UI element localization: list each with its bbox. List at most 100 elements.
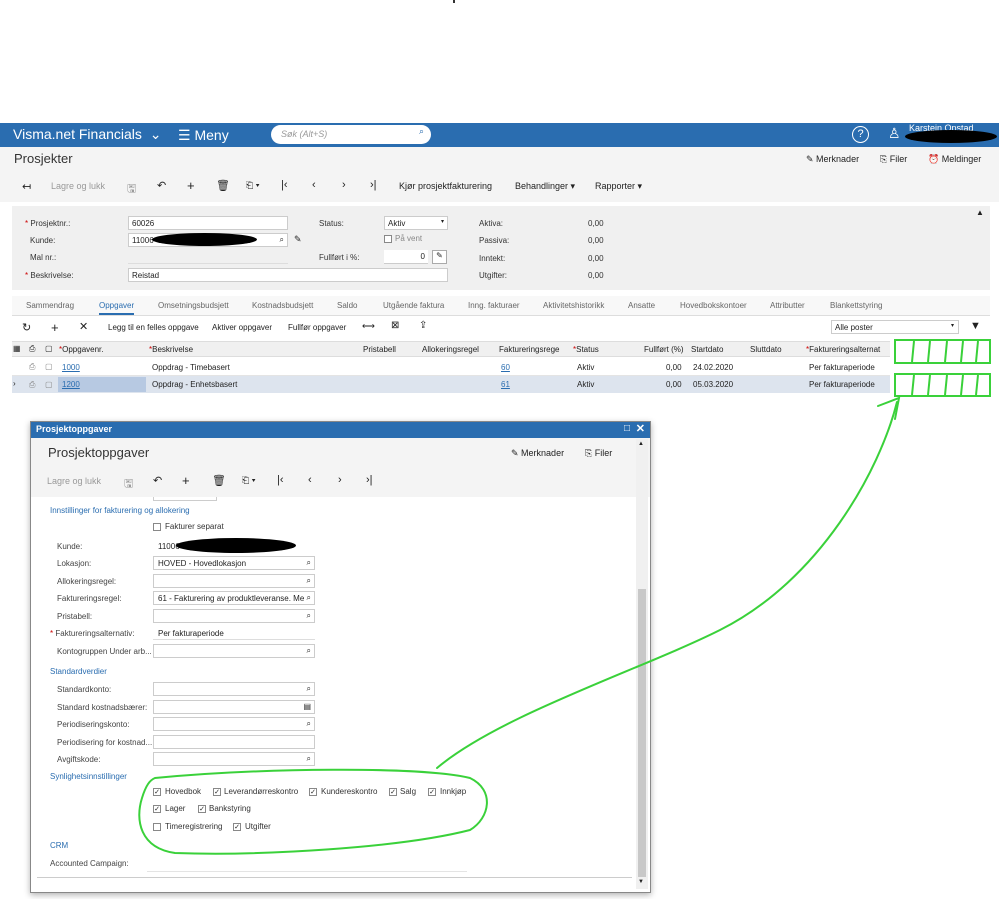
accrual-cost-input[interactable] — [153, 735, 315, 749]
first-record-icon[interactable]: |‹ — [281, 179, 288, 191]
user-icon[interactable]: ♙ — [888, 125, 901, 142]
checkbox-accounts-receivable[interactable]: ✓ — [309, 788, 317, 796]
search-icon[interactable]: ⌕ — [307, 558, 311, 568]
add-icon[interactable]: + — [187, 178, 195, 193]
delete-icon[interactable]: 🗑 — [216, 179, 230, 192]
remove-row-icon[interactable]: ✕ — [79, 320, 88, 333]
scrollbar[interactable]: ▲ ▼ — [636, 439, 648, 889]
messages-button[interactable]: ⏰ Meldinger — [928, 154, 981, 165]
delete-icon[interactable]: 🗑 — [212, 474, 226, 487]
save-close-button[interactable]: Lagre og lukk — [51, 181, 105, 191]
previous-record-icon[interactable]: ‹ — [312, 179, 316, 191]
col-status[interactable]: *Status — [573, 345, 599, 354]
col-end-date[interactable]: Sluttdato — [750, 345, 782, 354]
edit-icon[interactable]: ✎ — [294, 234, 302, 245]
last-record-icon[interactable]: ›| — [370, 179, 377, 191]
add-icon[interactable]: + — [182, 473, 190, 488]
filter-icon[interactable]: ▼ — [970, 320, 981, 332]
billing-rule-link[interactable]: 60 — [501, 363, 510, 372]
account-group-input[interactable]: ⌕ — [153, 644, 315, 658]
checkbox-cash-management[interactable]: ✓ — [198, 805, 206, 813]
save-close-button[interactable]: Lagre og lukk — [47, 476, 101, 486]
app-switcher[interactable]: Visma.net Financials ⌄ — [13, 126, 161, 143]
description-field[interactable]: Reistad — [128, 268, 448, 282]
undo-icon[interactable]: ↶ — [157, 179, 166, 192]
maximize-icon[interactable]: □ — [624, 423, 630, 434]
files-button[interactable]: ⎘ Filer — [585, 448, 612, 459]
table-row-selected[interactable]: › ⎙ ▢ 1200 Oppdrag - Enhetsbasert 61 Akt… — [12, 376, 890, 393]
table-row[interactable]: ⎙ ▢ 1000 Oppdrag - Timebasert 60 Aktiv 0… — [12, 358, 890, 376]
complete-tasks-button[interactable]: Fullfør oppgaver — [288, 323, 346, 332]
billing-rule-link[interactable]: 61 — [501, 380, 510, 389]
location-input[interactable]: HOVED - Hovedlokasjon ⌕ — [153, 556, 315, 570]
tab-gl-accounts[interactable]: Hovedbokskontoer — [680, 301, 747, 310]
upload-icon[interactable]: ⇪ — [419, 320, 427, 331]
col-price-table[interactable]: Pristabell — [363, 345, 396, 354]
last-record-icon[interactable]: ›| — [366, 474, 373, 486]
tab-balance[interactable]: Saldo — [337, 301, 357, 310]
next-record-icon[interactable]: › — [338, 474, 342, 486]
scrollbar-thumb[interactable] — [638, 589, 646, 877]
save-icon[interactable]: 🖫 — [124, 475, 133, 494]
edit-icon[interactable]: ✎ — [432, 250, 447, 264]
search-icon[interactable]: ⌕ — [307, 646, 311, 656]
col-billing-rule[interactable]: Faktureringsregе — [499, 345, 559, 354]
copy-paste-icon[interactable]: ⎗ ▾ — [246, 180, 259, 191]
fit-columns-icon[interactable]: ⟷ — [362, 321, 375, 332]
notes-button[interactable]: ✎ Merknader — [806, 154, 859, 165]
search-icon[interactable]: ⌕ — [307, 719, 311, 729]
col-percent[interactable]: Fullført (%) — [644, 345, 684, 354]
col-start-date[interactable]: Startdato — [691, 345, 723, 354]
search-icon[interactable]: ⌕ — [280, 235, 284, 245]
copy-paste-icon[interactable]: ⎗ ▾ — [242, 475, 255, 486]
tab-activity-history[interactable]: Aktivitetshistorikk — [543, 301, 604, 310]
reports-menu[interactable]: Rapporter ▾ — [595, 181, 642, 192]
back-icon[interactable]: ↤ — [22, 180, 31, 193]
previous-record-icon[interactable]: ‹ — [308, 474, 312, 486]
menu-button[interactable]: ☰ Meny — [178, 127, 229, 144]
actions-menu[interactable]: Behandlinger ▾ — [515, 181, 575, 192]
undo-icon[interactable]: ↶ — [153, 474, 162, 487]
search-icon[interactable]: ⌕ — [306, 593, 311, 603]
settings-icon[interactable]: ▦ — [13, 344, 21, 353]
tax-code-input[interactable]: ⌕ — [153, 752, 315, 766]
tab-incoming-invoices[interactable]: Inng. fakturaer — [468, 301, 520, 310]
project-no-field[interactable]: 60026 — [128, 216, 288, 230]
search-icon[interactable]: ⌕ — [419, 126, 424, 137]
col-billing-alt[interactable]: *Faktureringsalternat — [806, 345, 880, 354]
help-icon[interactable]: ? — [852, 126, 869, 143]
tab-attributes[interactable]: Attributter — [770, 301, 805, 310]
files-button[interactable]: ⎘ Filer — [880, 154, 907, 165]
notes-button[interactable]: ✎ Merknader — [511, 448, 564, 459]
checkbox-general-ledger[interactable]: ✓ — [153, 788, 161, 796]
tab-form-control[interactable]: Blankettstyring — [830, 301, 882, 310]
next-record-icon[interactable]: › — [342, 179, 346, 191]
checkbox-inventory[interactable]: ✓ — [153, 805, 161, 813]
close-icon[interactable]: ✕ — [636, 422, 645, 435]
col-task-no[interactable]: *Oppgavenr. — [59, 345, 104, 354]
task-link[interactable]: 1200 — [62, 380, 80, 389]
std-account-input[interactable]: ⌕ — [153, 682, 315, 696]
checkbox-purchases[interactable]: ✓ — [428, 788, 436, 796]
tab-summary[interactable]: Sammendrag — [26, 301, 74, 310]
run-billing-button[interactable]: Kjør prosjektfakturering — [399, 181, 492, 191]
collapse-icon[interactable]: ▲ — [976, 208, 984, 217]
status-select[interactable]: Aktiv ▾ — [384, 216, 448, 230]
search-icon[interactable]: ⌕ — [307, 611, 311, 621]
search-icon[interactable]: ⌕ — [307, 576, 311, 586]
refresh-icon[interactable]: ↻ — [22, 321, 31, 334]
on-hold-checkbox[interactable] — [384, 235, 392, 243]
col-alloc-rule[interactable]: Allokeringsregel — [422, 345, 479, 354]
add-common-task-button[interactable]: Legg til en felles oppgave — [108, 323, 199, 332]
checkbox-expenses[interactable]: ✓ — [233, 823, 241, 831]
search-icon[interactable]: ⌕ — [307, 684, 311, 694]
std-costcenter-input[interactable]: ▤ — [153, 700, 315, 714]
filter-select[interactable]: Alle poster ▾ — [831, 320, 959, 334]
first-record-icon[interactable]: |‹ — [277, 474, 284, 486]
activate-tasks-button[interactable]: Aktiver oppgaver — [212, 323, 272, 332]
separate-invoice-checkbox[interactable] — [153, 523, 161, 531]
billing-rule-input[interactable]: 61 - Fakturering av produktleveranse. Me… — [153, 591, 315, 605]
export-excel-icon[interactable]: ⊠ — [391, 320, 399, 331]
price-table-input[interactable]: ⌕ — [153, 609, 315, 623]
segment-icon[interactable]: ▤ — [303, 702, 311, 711]
